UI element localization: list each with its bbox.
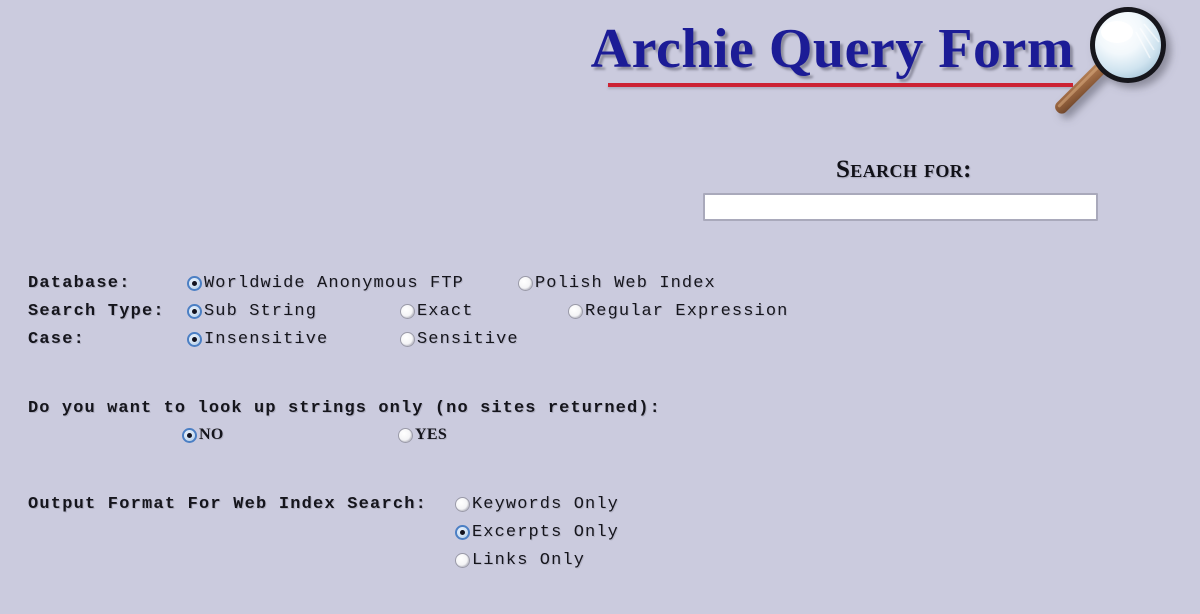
output-format-label: Output Format For Web Index Search: (28, 495, 428, 514)
radio-label: Sub String (204, 302, 318, 321)
query-options-form: Database: Worldwide Anonymous FTP Polish… (0, 0, 1200, 614)
database-label: Database: (28, 274, 131, 293)
radio-icon-selected[interactable] (187, 304, 202, 319)
radio-label: Sensitive (417, 330, 519, 349)
radio-option-links-only[interactable]: Links Only (455, 551, 585, 570)
radio-option-keywords-only[interactable]: Keywords Only (455, 495, 619, 514)
radio-label: Worldwide Anonymous FTP (204, 274, 464, 293)
radio-label: Insensitive (204, 330, 329, 349)
radio-icon-selected[interactable] (182, 427, 197, 443)
radio-option-regular-expression[interactable]: Regular Expression (568, 302, 788, 321)
radio-option-polish-web-index[interactable]: Polish Web Index (518, 274, 716, 293)
radio-label: Keywords Only (472, 495, 619, 514)
radio-icon-unselected[interactable] (518, 276, 533, 291)
radio-label: Exact (417, 302, 474, 321)
radio-icon-unselected[interactable] (568, 304, 583, 319)
radio-option-strings-only-no[interactable]: NO (182, 426, 224, 444)
radio-label: Polish Web Index (535, 274, 716, 293)
radio-option-worldwide-anonymous-ftp[interactable]: Worldwide Anonymous FTP (187, 274, 464, 293)
radio-icon-unselected[interactable] (455, 497, 470, 512)
radio-option-insensitive[interactable]: Insensitive (187, 330, 328, 349)
radio-label: Excerpts Only (472, 523, 619, 542)
radio-icon-unselected[interactable] (400, 304, 415, 319)
radio-option-sub-string[interactable]: Sub String (187, 302, 317, 321)
archie-query-form-page: Archie Query Form Search for: Database: … (0, 0, 1200, 614)
radio-option-sensitive[interactable]: Sensitive (400, 330, 519, 349)
radio-label: Links Only (472, 551, 586, 570)
radio-icon-selected[interactable] (187, 332, 202, 347)
radio-icon-selected[interactable] (455, 525, 470, 540)
radio-icon-unselected[interactable] (398, 427, 413, 443)
strings-only-question: Do you want to look up strings only (no … (28, 399, 661, 418)
radio-icon-selected[interactable] (187, 276, 202, 291)
radio-icon-unselected[interactable] (455, 553, 470, 568)
radio-label: YES (415, 426, 448, 443)
search-type-label: Search Type: (28, 302, 165, 321)
case-label: Case: (28, 330, 86, 349)
radio-option-excerpts-only[interactable]: Excerpts Only (455, 523, 619, 542)
radio-option-strings-only-yes[interactable]: YES (398, 426, 447, 444)
radio-label: Regular Expression (585, 302, 789, 321)
radio-icon-unselected[interactable] (400, 332, 415, 347)
radio-option-exact[interactable]: Exact (400, 302, 474, 321)
radio-label: NO (199, 426, 224, 443)
